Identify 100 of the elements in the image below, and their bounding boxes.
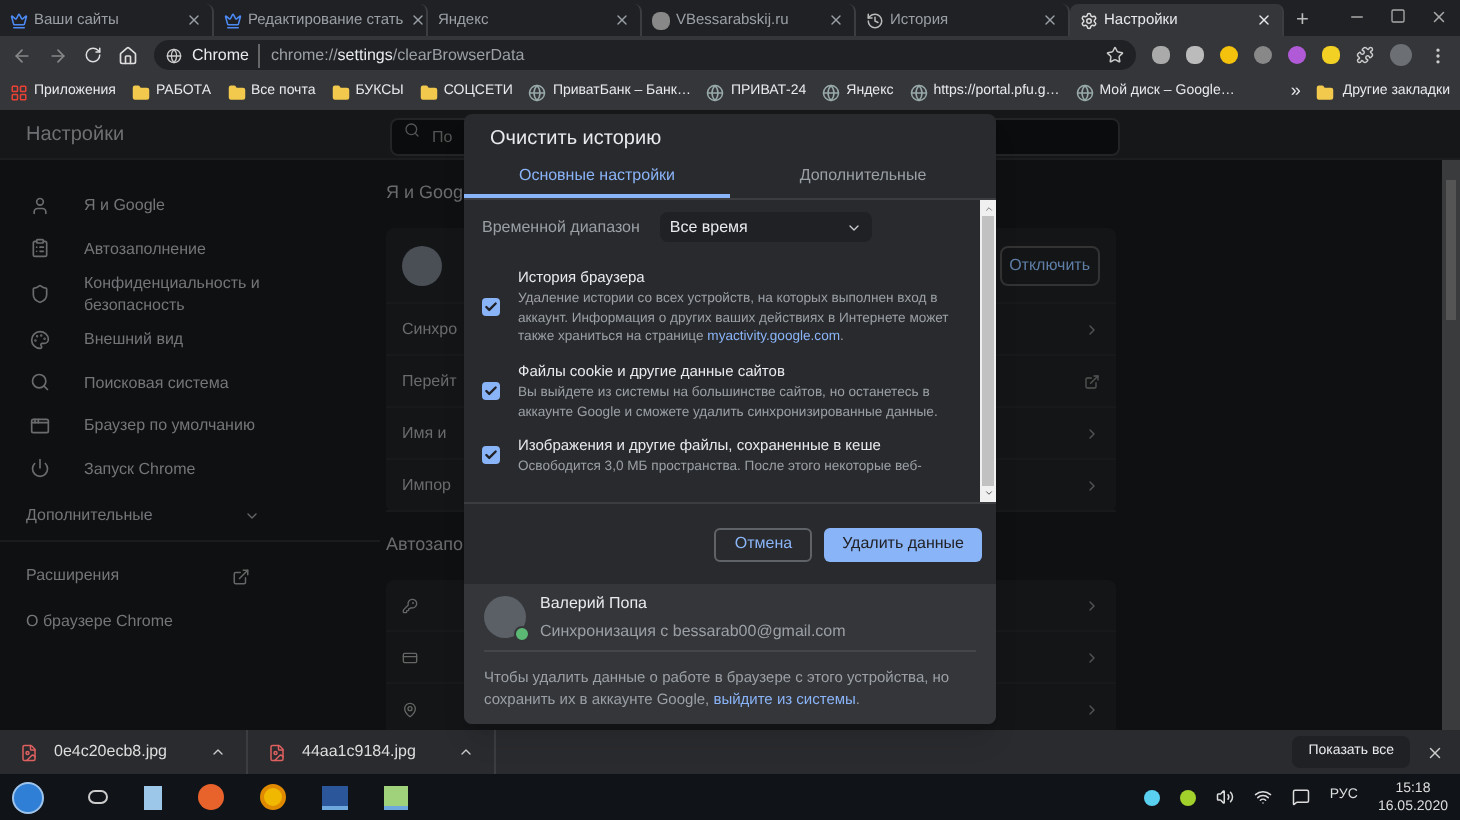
close-icon[interactable] [409, 12, 426, 28]
shield-icon [30, 284, 50, 304]
section-heading: Автозапо [386, 532, 464, 558]
sidebar-item[interactable]: Внешний вид [0, 318, 380, 361]
sidebar-item[interactable]: Запуск Chrome [0, 447, 380, 490]
sidebar-label: Внешний вид [84, 328, 184, 351]
pin-icon [402, 701, 418, 717]
page-scrollbar[interactable] [1442, 160, 1460, 730]
sidebar-item[interactable]: Браузер по умолчанию [0, 404, 380, 447]
globe-icon [1075, 83, 1094, 101]
download-filename: 0e4c20ecb8.jpg [54, 740, 169, 764]
settings-title: Настройки [24, 121, 127, 149]
folder-icon [419, 83, 438, 101]
row-label: Перейт [402, 369, 457, 393]
back-icon[interactable] [12, 45, 32, 65]
start-orb-icon[interactable] [12, 781, 44, 813]
checkbox[interactable] [482, 381, 500, 400]
close-icon[interactable] [1426, 743, 1444, 761]
crown-icon [224, 11, 242, 29]
sidebar-item[interactable]: Конфиденциальность и безопасность [0, 270, 380, 318]
check-icon [484, 383, 498, 398]
crown-icon [10, 11, 28, 29]
disconnect-button[interactable]: Отключить [999, 245, 1100, 285]
dialog-tab[interactable]: Основные настройки [464, 158, 730, 198]
sidebar-item[interactable]: Я и Google [0, 184, 380, 227]
person-icon [30, 195, 50, 216]
maximize-icon[interactable] [1390, 8, 1406, 24]
close-icon[interactable] [1042, 12, 1058, 28]
advanced-toggle[interactable]: Дополнительные [0, 490, 380, 542]
close-icon[interactable] [614, 12, 630, 28]
tray-icon[interactable] [1143, 789, 1160, 805]
dialog-tab[interactable]: Дополнительные [730, 158, 996, 198]
new-tab-button[interactable]: + [1284, 4, 1321, 36]
sidebar-label: Браузер по умолчанию [84, 414, 255, 437]
search-icon [30, 372, 50, 393]
folder-icon [131, 83, 150, 101]
site-icon [652, 11, 670, 29]
notifications-icon[interactable] [1291, 788, 1310, 806]
site-info-icon [166, 47, 182, 63]
image-file-icon [268, 743, 286, 761]
sidebar-label: Я и Google [84, 194, 165, 217]
sidebar-item[interactable]: Поисковая система [0, 361, 380, 404]
advanced-label: Дополнительные [26, 503, 153, 527]
sidebar-item[interactable]: Автозаполнение [0, 227, 380, 270]
image-file-icon [20, 743, 38, 761]
sidebar-label: Конфиденциальность и безопасность [84, 272, 262, 316]
scroll-up-icon [983, 204, 993, 214]
section-heading: Я и Goog [386, 180, 464, 206]
extensions-label: Расширения [26, 564, 120, 588]
puzzle-icon[interactable] [1356, 46, 1374, 64]
delete-data-button[interactable]: Удалить данные [824, 527, 982, 561]
address-url: chrome://settings/clearBrowserData [270, 43, 525, 67]
dialog-title: Очистить историю [488, 126, 664, 154]
sync-badge-icon [514, 626, 530, 642]
avatar [402, 245, 442, 285]
volume-icon[interactable] [1215, 788, 1234, 806]
external-link-icon [1084, 373, 1100, 389]
chevron-right-icon [1084, 597, 1100, 613]
download-filename: 44aa1c9184.jpg [302, 740, 418, 764]
close-icon[interactable] [186, 12, 202, 28]
globe-icon [909, 83, 928, 101]
account-name: Валерий Попа [540, 591, 649, 615]
row-label: Синхро [402, 317, 458, 341]
checkbox[interactable] [482, 297, 500, 316]
reload-icon[interactable] [84, 46, 102, 64]
chevron-up-icon[interactable] [458, 744, 474, 760]
home-icon[interactable] [118, 45, 138, 65]
settings-icon [1080, 11, 1098, 29]
search-icon [404, 121, 420, 137]
palette-icon [30, 329, 50, 350]
sync-status: Синхронизация с bessarab00@gmail.com [540, 619, 846, 643]
sidebar-label: Запуск Chrome [84, 457, 196, 480]
chevron-up-icon[interactable] [210, 744, 226, 760]
forward-icon[interactable] [48, 45, 68, 65]
folder-icon [1316, 83, 1335, 101]
dialog-scrollbar[interactable] [980, 200, 996, 502]
avatar[interactable] [1390, 44, 1412, 66]
checkbox[interactable] [482, 446, 500, 465]
task-view-icon[interactable] [88, 790, 108, 804]
chevron-right-icon [1084, 321, 1100, 337]
cancel-button[interactable]: Отмена [714, 527, 813, 561]
network-icon[interactable] [1253, 788, 1272, 806]
chevron-right-icon [1084, 701, 1100, 717]
folder-icon [227, 83, 246, 101]
globe-icon [706, 83, 725, 101]
extensions-link[interactable]: Расширения [0, 550, 380, 602]
close-icon[interactable] [1430, 7, 1448, 25]
bookmarks-overflow-button[interactable]: » [1290, 78, 1301, 106]
row-label: Импор [402, 473, 451, 497]
row-label: Имя и [402, 421, 447, 445]
about-link[interactable]: О браузере Chrome [0, 602, 380, 642]
sidebar-label: Поисковая система [84, 371, 229, 394]
tray-icon[interactable] [1179, 789, 1196, 805]
key-icon [402, 597, 418, 613]
bookmark-star-icon[interactable] [1106, 46, 1124, 64]
close-icon[interactable] [828, 12, 844, 28]
power-icon [30, 458, 50, 479]
time-range-select[interactable]: Все время [659, 212, 872, 242]
address-chip-label: Chrome [192, 43, 261, 67]
address-field[interactable]: Chrome chrome://settings/clearBrowserData [154, 40, 1136, 70]
